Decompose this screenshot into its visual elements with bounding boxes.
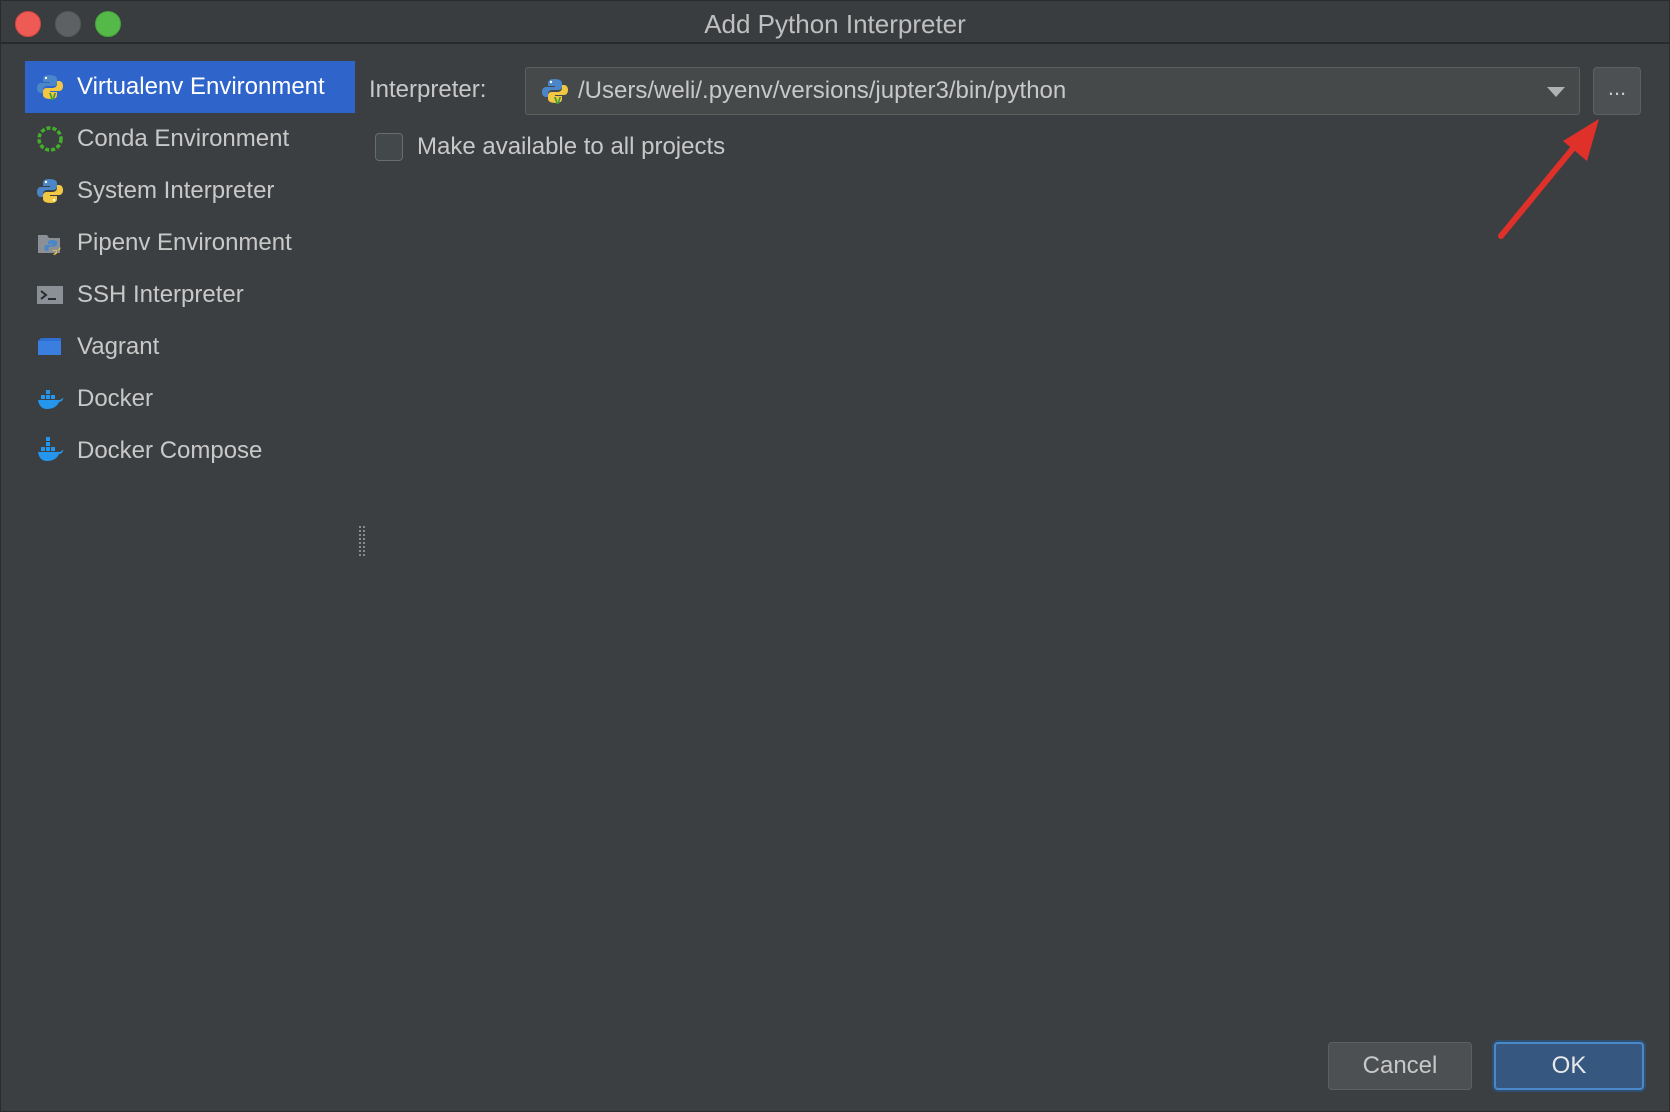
sidebar-item-system-interpreter[interactable]: System Interpreter bbox=[25, 165, 355, 217]
make-available-option[interactable]: Make available to all projects bbox=[375, 133, 725, 161]
docker-compose-icon bbox=[35, 436, 65, 466]
sidebar-item-conda[interactable]: Conda Environment bbox=[25, 113, 355, 165]
virtualenv-icon: v bbox=[35, 72, 65, 102]
sidebar-item-label: SSH Interpreter bbox=[77, 281, 244, 308]
sidebar-item-ssh[interactable]: SSH Interpreter bbox=[25, 269, 355, 321]
conda-icon bbox=[35, 124, 65, 154]
sidebar-item-label: Docker bbox=[77, 385, 154, 412]
make-available-checkbox[interactable] bbox=[375, 133, 403, 161]
annotation-arrow-icon bbox=[1498, 119, 1599, 239]
ok-button[interactable]: OK bbox=[1494, 1042, 1644, 1090]
python-icon bbox=[35, 176, 65, 206]
title-bar: Add Python Interpreter bbox=[1, 1, 1669, 44]
sidebar-item-pipenv[interactable]: Pipenv Environment bbox=[25, 217, 355, 269]
vagrant-icon bbox=[35, 332, 65, 362]
pipenv-icon bbox=[35, 228, 65, 258]
sidebar-item-label: Conda Environment bbox=[77, 125, 290, 152]
sidebar-item-label: Vagrant bbox=[77, 333, 160, 360]
interpreter-path-value: /Users/weli/.pyenv/versions/jupter3/bin/… bbox=[578, 77, 1067, 104]
sidebar-item-label: Virtualenv Environment bbox=[77, 73, 325, 100]
svg-text:v: v bbox=[49, 88, 57, 101]
interpreter-label: Interpreter: bbox=[369, 76, 487, 103]
sidebar-item-label: Pipenv Environment bbox=[77, 229, 292, 256]
sidebar-item-docker[interactable]: Docker bbox=[25, 373, 355, 425]
docker-icon bbox=[35, 384, 65, 414]
cancel-button[interactable]: Cancel bbox=[1328, 1042, 1472, 1090]
virtualenv-icon: v bbox=[540, 76, 570, 106]
sidebar-item-vagrant[interactable]: Vagrant bbox=[25, 321, 355, 373]
add-python-interpreter-dialog: Add Python Interpreter v Virtualenv Envi… bbox=[0, 0, 1670, 1112]
svg-text:v: v bbox=[554, 92, 562, 105]
sidebar-item-virtualenv[interactable]: v Virtualenv Environment bbox=[25, 61, 355, 113]
chevron-down-icon[interactable] bbox=[1547, 87, 1565, 97]
terminal-icon bbox=[35, 280, 65, 310]
make-available-label: Make available to all projects bbox=[417, 133, 726, 160]
sidebar-item-label: Docker Compose bbox=[77, 437, 263, 464]
interpreter-path-combobox[interactable]: v /Users/weli/.pyenv/versions/jupter3/bi… bbox=[525, 67, 1580, 115]
browse-interpreter-button[interactable]: ... bbox=[1593, 67, 1641, 115]
sidebar-item-label: System Interpreter bbox=[77, 177, 275, 204]
interpreter-type-list: v Virtualenv Environment Conda Environme… bbox=[25, 61, 355, 477]
panel-splitter-handle[interactable] bbox=[359, 526, 365, 556]
window-title: Add Python Interpreter bbox=[704, 9, 966, 39]
sidebar-item-docker-compose[interactable]: Docker Compose bbox=[25, 425, 355, 477]
